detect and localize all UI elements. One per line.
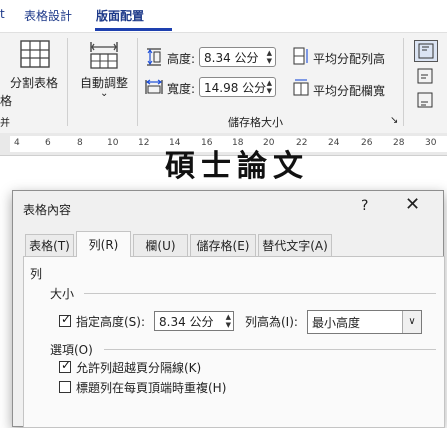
autofit-icon — [88, 40, 120, 70]
options-divider — [104, 349, 436, 350]
allow-row-break-label: 允許列超越頁分隔線(K) — [76, 361, 202, 375]
active-tab-indicator — [95, 28, 172, 31]
tab-alt-text[interactable]: 替代文字(A) — [258, 234, 332, 256]
ruler-number: 6 — [45, 138, 51, 148]
options-section-label: 選項(O) — [50, 343, 93, 357]
allow-row-break-checkbox[interactable] — [59, 358, 71, 373]
ruler-number: 10 — [107, 138, 119, 148]
spin-arrows-icon[interactable]: ▲ ▼ — [267, 79, 272, 95]
distribute-rows-button[interactable]: 平均分配列高 — [313, 50, 385, 67]
ruler-number: 24 — [328, 138, 340, 148]
row-height-rule-select[interactable]: 最小高度 ∨ — [307, 310, 422, 334]
ruler-number: 8 — [77, 138, 83, 148]
repeat-header-label: 標題列在每頁頂端時重複(H) — [76, 381, 227, 395]
split-table-button[interactable]: 分割表格 — [10, 74, 58, 91]
chevron-down-icon[interactable]: ⌄ — [100, 88, 108, 99]
size-section-label: 大小 — [50, 287, 75, 301]
row-height-rule-value: 最小高度 — [312, 316, 361, 330]
width-label: 寬度: — [167, 82, 196, 96]
partial-label: 格 — [0, 94, 13, 108]
dialog-launcher-icon[interactable]: ↘ — [390, 115, 398, 126]
column-width-icon — [145, 78, 163, 96]
tab-table[interactable]: 表格(T) — [25, 234, 74, 256]
align-top-left-icon[interactable] — [414, 40, 438, 62]
table-properties-dialog: 表格內容 ? ✕ 表格(T) 列(R) 欄(U) 儲存格(E) 替代文字(A) … — [12, 190, 445, 428]
tab-table-design[interactable]: 表格設計 — [24, 7, 72, 24]
tab-cell[interactable]: 儲存格(E) — [190, 234, 256, 256]
ruler-number: 30 — [425, 138, 437, 148]
split-table-icon — [20, 40, 50, 68]
row-height-icon — [145, 48, 163, 66]
partial-group-label: 并 — [0, 118, 10, 129]
specify-height-label: 指定高度(S): — [76, 315, 146, 329]
section-row-label: 列 — [30, 267, 43, 281]
cell-size-group-label: 儲存格大小 — [228, 116, 283, 129]
ribbon-separator — [67, 38, 68, 126]
specify-height-checkbox[interactable] — [59, 312, 71, 327]
spin-arrows-icon[interactable]: ▲ ▼ — [267, 49, 272, 65]
width-value: 14.98 公分 — [204, 81, 267, 95]
ruler-number: 4 — [14, 138, 20, 148]
tab-layout[interactable]: 版面配置 — [96, 7, 144, 24]
tab-row[interactable]: 列(R) — [76, 231, 131, 257]
close-button[interactable]: ✕ — [405, 194, 420, 215]
ribbon-separator — [403, 38, 404, 126]
dialog-height-value: 8.34 公分 — [159, 315, 214, 329]
align-middle-left-icon[interactable] — [416, 68, 438, 86]
height-value: 8.34 公分 — [204, 51, 259, 65]
row-tab-panel: 列 大小 指定高度(S): 8.34 公分 ▲▼ 列高為(I): 最小高度 ∨ … — [23, 256, 445, 428]
ruler-number: 12 — [138, 138, 150, 148]
height-spinner[interactable]: 8.34 公分 ▲ ▼ — [199, 47, 276, 67]
repeat-header-checkbox[interactable] — [59, 381, 71, 393]
row-height-is-label: 列高為(I): — [245, 315, 298, 329]
height-label: 高度: — [167, 52, 196, 66]
ribbon-separator — [137, 38, 138, 126]
distribute-columns-icon — [293, 79, 309, 97]
tab-insert-partial[interactable]: t — [0, 7, 5, 21]
spin-arrows-icon[interactable]: ▲ ▼ — [226, 313, 231, 329]
chevron-down-icon[interactable]: ∨ — [402, 311, 421, 333]
size-divider — [84, 293, 436, 294]
ruler-number: 28 — [393, 138, 405, 148]
distribute-rows-icon — [293, 47, 309, 65]
dialog-title: 表格內容 — [23, 203, 72, 217]
distribute-columns-button[interactable]: 平均分配欄寬 — [313, 82, 385, 99]
ruler-number: 26 — [361, 138, 373, 148]
width-spinner[interactable]: 14.98 公分 ▲ ▼ — [199, 77, 276, 97]
document-title-text: 碩士論文 — [165, 149, 309, 184]
align-bottom-left-icon[interactable] — [416, 92, 438, 110]
tab-column[interactable]: 欄(U) — [133, 234, 188, 256]
dialog-height-spinner[interactable]: 8.34 公分 ▲ ▼ — [154, 311, 234, 331]
help-button[interactable]: ? — [361, 198, 368, 214]
